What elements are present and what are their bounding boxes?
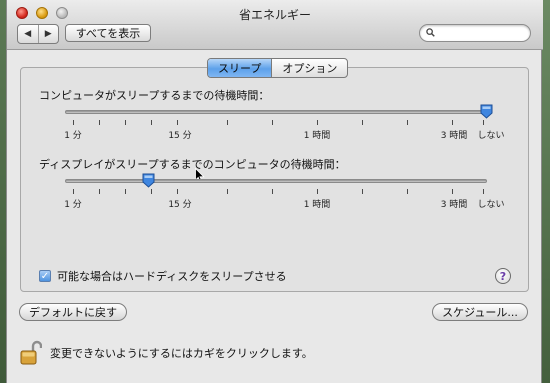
computer-sleep-tick-mark bbox=[407, 120, 408, 125]
title-bar: 省エネルギー ◀ ▶ すべてを表示 bbox=[7, 0, 543, 50]
back-button[interactable]: ◀ bbox=[18, 25, 38, 43]
display-sleep-tick-mark bbox=[151, 189, 152, 194]
computer-sleep-tick-label: しない bbox=[477, 131, 505, 141]
display-sleep-tick-label: しない bbox=[477, 200, 505, 210]
display-sleep-tick-mark bbox=[227, 189, 228, 194]
forward-arrow-icon: ▶ bbox=[44, 29, 52, 39]
computer-sleep-tick-mark bbox=[125, 120, 126, 125]
show-all-button[interactable]: すべてを表示 bbox=[65, 24, 151, 42]
computer-sleep-thumb[interactable] bbox=[480, 104, 493, 119]
display-sleep-label: ディスプレイがスリープするまでのコンピュータの待機時間： bbox=[39, 158, 346, 171]
computer-sleep-tick-mark bbox=[99, 120, 100, 125]
display-sleep-track[interactable] bbox=[65, 179, 487, 183]
computer-sleep-tick-mark bbox=[73, 120, 74, 125]
question-mark-icon: ? bbox=[499, 269, 507, 283]
display-sleep-tick-mark bbox=[125, 189, 126, 194]
computer-sleep-track[interactable] bbox=[65, 110, 487, 114]
window-title: 省エネルギー bbox=[238, 8, 311, 22]
help-button[interactable]: ? bbox=[495, 268, 511, 284]
tab-bar: スリープ オプション bbox=[207, 58, 349, 78]
lock-row: 変更できないようにするにはカギをクリックします。 bbox=[20, 340, 313, 366]
computer-sleep-tick-mark bbox=[483, 120, 484, 125]
computer-sleep-tick-mark bbox=[452, 120, 453, 125]
computer-sleep-tick-mark bbox=[317, 120, 318, 125]
display-sleep-tick-mark bbox=[73, 189, 74, 194]
padlock-open-icon[interactable] bbox=[20, 340, 42, 366]
display-sleep-tick-mark bbox=[272, 189, 273, 194]
computer-sleep-tick-mark bbox=[272, 120, 273, 125]
schedule-button[interactable]: スケジュール... bbox=[432, 303, 528, 321]
display-sleep-tick-mark bbox=[452, 189, 453, 194]
tab-options[interactable]: オプション bbox=[271, 59, 347, 77]
hard-disk-sleep-label: 可能な場合はハードディスクをスリープさせる bbox=[57, 270, 287, 283]
checkmark-icon: ✓ bbox=[40, 270, 50, 282]
preferences-window: 省エネルギー ◀ ▶ すべてを表示 スリープ オプション コンピュータがスリープ… bbox=[6, 0, 543, 383]
display-sleep-tick-mark bbox=[483, 189, 484, 194]
computer-sleep-tick-label: 15 分 bbox=[168, 131, 192, 141]
lock-message: 変更できないようにするにはカギをクリックします。 bbox=[50, 347, 313, 360]
hard-disk-sleep-option[interactable]: ✓ 可能な場合はハードディスクをスリープさせる bbox=[39, 268, 287, 284]
computer-sleep-label: コンピュータがスリープするまでの待機時間： bbox=[39, 89, 270, 102]
display-sleep-tick-mark bbox=[99, 189, 100, 194]
forward-button[interactable]: ▶ bbox=[37, 25, 59, 43]
display-sleep-tick-label: 15 分 bbox=[168, 200, 192, 210]
search-icon bbox=[426, 28, 435, 37]
computer-sleep-tick-label: 3 時間 bbox=[440, 131, 468, 141]
computer-sleep-tick-mark bbox=[227, 120, 228, 125]
hard-disk-sleep-checkbox[interactable]: ✓ bbox=[39, 270, 51, 282]
display-sleep-tick-label: 3 時間 bbox=[440, 200, 468, 210]
display-sleep-tick-mark bbox=[407, 189, 408, 194]
display-sleep-thumb[interactable] bbox=[142, 173, 155, 188]
computer-sleep-tick-mark bbox=[362, 120, 363, 125]
tab-sleep[interactable]: スリープ bbox=[208, 59, 272, 77]
back-forward-control: ◀ ▶ bbox=[17, 24, 59, 44]
display-sleep-tick-mark bbox=[362, 189, 363, 194]
display-sleep-tick-label: 1 時間 bbox=[303, 200, 331, 210]
computer-sleep-tick-label: 1 時間 bbox=[303, 131, 331, 141]
computer-sleep-tick-label: 1 分 bbox=[64, 131, 82, 141]
restore-defaults-button[interactable]: デフォルトに戻す bbox=[19, 303, 127, 321]
display-sleep-tick-mark bbox=[317, 189, 318, 194]
computer-sleep-tick-mark bbox=[151, 120, 152, 125]
display-sleep-tick-mark bbox=[177, 189, 178, 194]
desktop-background-right bbox=[542, 0, 550, 383]
computer-sleep-tick-mark bbox=[177, 120, 178, 125]
back-arrow-icon: ◀ bbox=[24, 29, 32, 39]
search-input[interactable] bbox=[438, 26, 526, 40]
display-sleep-tick-label: 1 分 bbox=[64, 200, 82, 210]
search-field[interactable] bbox=[419, 24, 531, 42]
